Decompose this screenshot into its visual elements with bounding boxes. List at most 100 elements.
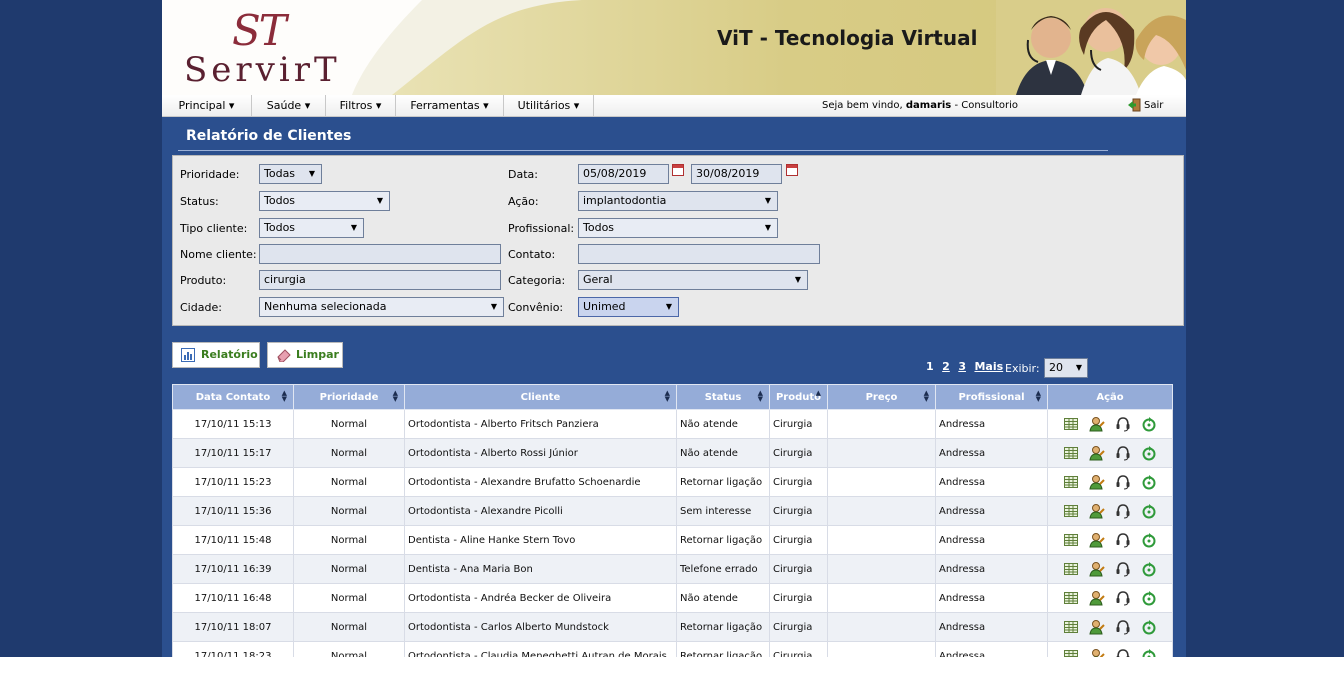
user-edit-icon[interactable] [1089, 619, 1105, 635]
tipo-cliente-select[interactable]: Todos [259, 218, 364, 238]
menu-saude[interactable]: Saúde ▾ [252, 95, 326, 116]
refresh-icon[interactable] [1141, 648, 1157, 657]
table-row[interactable]: 17/10/11 15:36 Normal Ortodontista - Ale… [172, 496, 1173, 526]
user-edit-icon[interactable] [1089, 474, 1105, 490]
status-select[interactable]: Todos [259, 191, 390, 211]
refresh-icon[interactable] [1141, 474, 1157, 490]
spreadsheet-icon[interactable] [1063, 590, 1079, 606]
spreadsheet-icon[interactable] [1063, 416, 1079, 432]
spreadsheet-icon[interactable] [1063, 619, 1079, 635]
prioridade-select[interactable]: Todas [259, 164, 322, 184]
caret-down-icon: ▾ [304, 99, 311, 112]
refresh-icon[interactable] [1141, 445, 1157, 461]
table-row[interactable]: 17/10/11 18:23 Normal Ortodontista - Cla… [172, 641, 1173, 657]
calendar-icon[interactable] [672, 164, 684, 176]
categoria-select[interactable]: Geral [578, 270, 808, 290]
refresh-icon[interactable] [1141, 416, 1157, 432]
cell-priority: Normal [293, 409, 405, 439]
nome-cliente-input[interactable] [259, 244, 501, 264]
user-edit-icon[interactable] [1089, 445, 1105, 461]
column-header-priority[interactable]: Prioridade ▲ ▼ [293, 384, 405, 410]
cell-client: Ortodontista - Alberto Rossi Júnior [404, 438, 677, 468]
headset-icon[interactable] [1115, 590, 1131, 606]
cell-date: 17/10/11 15:17 [172, 438, 294, 468]
menu-ferramentas[interactable]: Ferramentas ▾ [396, 95, 504, 116]
headset-icon[interactable] [1115, 619, 1131, 635]
headset-icon[interactable] [1115, 532, 1131, 548]
spreadsheet-icon[interactable] [1063, 445, 1079, 461]
cell-status: Não atende [676, 583, 770, 613]
column-header-price[interactable]: Preço ▲ ▼ [827, 384, 936, 410]
table-row[interactable]: 17/10/11 18:07 Normal Ortodontista - Car… [172, 612, 1173, 642]
user-edit-icon[interactable] [1089, 648, 1105, 657]
menu-utilitarios-label: Utilitários [517, 99, 571, 112]
cell-status: Retornar ligação [676, 612, 770, 642]
profissional-select[interactable]: Todos [578, 218, 778, 238]
headset-icon[interactable] [1115, 474, 1131, 490]
produto-input[interactable]: cirurgia [259, 270, 501, 290]
contato-input[interactable] [578, 244, 820, 264]
more-pages-link[interactable]: Mais [974, 360, 1003, 373]
table-row[interactable]: 17/10/11 15:13 Normal Ortodontista - Alb… [172, 409, 1173, 439]
spreadsheet-icon[interactable] [1063, 474, 1079, 490]
acao-select[interactable]: implantodontia [578, 191, 778, 211]
clear-button[interactable]: Limpar [267, 342, 343, 368]
refresh-icon[interactable] [1141, 503, 1157, 519]
refresh-icon[interactable] [1141, 590, 1157, 606]
spreadsheet-icon[interactable] [1063, 503, 1079, 519]
refresh-icon[interactable] [1141, 532, 1157, 548]
sort-icon: ▲ [815, 389, 821, 397]
headset-icon[interactable] [1115, 561, 1131, 577]
cell-professional: Andressa [935, 612, 1048, 642]
cell-status: Não atende [676, 409, 770, 439]
calendar-icon[interactable] [786, 164, 798, 176]
menu-filtros[interactable]: Filtros ▾ [326, 95, 396, 116]
headset-icon[interactable] [1115, 445, 1131, 461]
page-link[interactable]: 3 [958, 360, 966, 373]
sort-icon: ▲ ▼ [664, 389, 670, 403]
headset-icon[interactable] [1115, 648, 1131, 657]
date-from-input[interactable]: 05/08/2019 [578, 164, 669, 184]
cidade-select[interactable]: Nenhuma selecionada [259, 297, 504, 317]
column-header-product[interactable]: Produto ▲ [769, 384, 828, 410]
user-edit-icon[interactable] [1089, 532, 1105, 548]
user-edit-icon[interactable] [1089, 561, 1105, 577]
column-header-date[interactable]: Data Contato ▲ ▼ [172, 384, 294, 410]
date-to-input[interactable]: 30/08/2019 [691, 164, 782, 184]
cell-client: Ortodontista - Alexandre Picolli [404, 496, 677, 526]
menu-utilitarios[interactable]: Utilitários ▾ [504, 95, 594, 116]
logo-mark: ST [232, 6, 287, 55]
table-row[interactable]: 17/10/11 15:48 Normal Dentista - Aline H… [172, 525, 1173, 555]
menu-principal[interactable]: Principal ▾ [162, 95, 252, 116]
column-header-status[interactable]: Status ▲ ▼ [676, 384, 770, 410]
show-count-select[interactable]: 20 [1044, 358, 1088, 378]
headset-icon[interactable] [1115, 503, 1131, 519]
table-row[interactable]: 17/10/11 15:23 Normal Ortodontista - Ale… [172, 467, 1173, 497]
convenio-select[interactable]: Unimed [578, 297, 679, 317]
column-header-client[interactable]: Cliente ▲ ▼ [404, 384, 677, 410]
column-header-professional[interactable]: Profissional ▲ ▼ [935, 384, 1048, 410]
user-edit-icon[interactable] [1089, 590, 1105, 606]
logout-link[interactable]: Sair [1127, 95, 1163, 116]
report-button[interactable]: Relatório [172, 342, 260, 368]
spreadsheet-icon[interactable] [1063, 648, 1079, 657]
caret-down-icon: ▾ [375, 99, 382, 112]
cell-professional: Andressa [935, 467, 1048, 497]
menu-filtros-label: Filtros [339, 99, 373, 112]
page-link-current[interactable]: 1 [926, 360, 934, 373]
refresh-icon[interactable] [1141, 561, 1157, 577]
spreadsheet-icon[interactable] [1063, 561, 1079, 577]
user-edit-icon[interactable] [1089, 416, 1105, 432]
page-link[interactable]: 2 [942, 360, 950, 373]
table-row[interactable]: 17/10/11 16:39 Normal Dentista - Ana Mar… [172, 554, 1173, 584]
spreadsheet-icon[interactable] [1063, 532, 1079, 548]
table-row[interactable]: 17/10/11 16:48 Normal Ortodontista - And… [172, 583, 1173, 613]
table-row[interactable]: 17/10/11 15:17 Normal Ortodontista - Alb… [172, 438, 1173, 468]
app-title: ViT - Tecnologia Virtual [717, 26, 978, 50]
headset-icon[interactable] [1115, 416, 1131, 432]
refresh-icon[interactable] [1141, 619, 1157, 635]
user-edit-icon[interactable] [1089, 503, 1105, 519]
show-count-label: Exibir: [1005, 362, 1040, 375]
cell-priority: Normal [293, 554, 405, 584]
cell-price [827, 525, 936, 555]
